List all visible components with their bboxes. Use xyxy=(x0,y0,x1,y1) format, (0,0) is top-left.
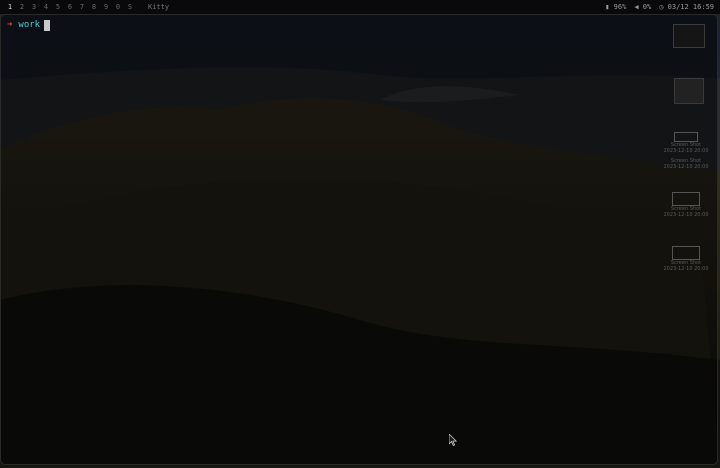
top-status-bar: 1 2 3 4 5 6 7 8 9 0 S Kitty ▮ 96% ◀ 0% ◷… xyxy=(0,0,720,14)
terminal-window[interactable]: ➜ work xyxy=(0,14,718,465)
file-thumbnail xyxy=(672,192,700,206)
mouse-pointer-icon xyxy=(449,434,457,446)
file-date: 2023-12-10 20:00 xyxy=(663,212,709,218)
prompt-arrow-icon: ➜ xyxy=(7,20,13,30)
file-date: 2023-12-10 20:00 xyxy=(663,164,709,170)
workspace-9[interactable]: 9 xyxy=(100,3,112,11)
file-date: 2023-12-10 20:00 xyxy=(663,266,709,272)
volume-status[interactable]: ◀ 0% xyxy=(634,3,651,11)
workspace-1[interactable]: 1 xyxy=(4,3,16,11)
workspace-6[interactable]: 6 xyxy=(64,3,76,11)
workspace-scratch[interactable]: S xyxy=(124,3,136,11)
workspace-3[interactable]: 3 xyxy=(28,3,40,11)
clock-icon: ◷ xyxy=(659,3,664,11)
file-thumbnail xyxy=(674,132,698,142)
file-thumbnail xyxy=(672,246,700,260)
volume-level: 0% xyxy=(642,3,652,11)
file-date: 2023-12-10 20:00 xyxy=(663,148,709,154)
shell-prompt: ➜ work xyxy=(7,19,51,31)
desktop-file-icon[interactable] xyxy=(672,24,706,48)
file-thumbnail xyxy=(674,78,704,104)
status-area: ▮ 96% ◀ 0% ◷ 03/12 16:59 xyxy=(605,3,720,11)
desktop-file-icon[interactable]: Screen Shot 2023-12-10 20:00 xyxy=(656,132,716,154)
battery-level: 96% xyxy=(613,3,627,11)
workspace-4[interactable]: 4 xyxy=(40,3,52,11)
clock-datetime: 03/12 16:59 xyxy=(667,3,714,11)
desktop-file-icon[interactable] xyxy=(672,78,706,104)
desktop-file-icon[interactable]: Screen Shot 2023-12-10 20:00 xyxy=(656,158,716,170)
workspace-2[interactable]: 2 xyxy=(16,3,28,11)
desktop-file-icon[interactable]: Screen Shot 2023-12-10 20:00 xyxy=(656,246,716,272)
terminal-cursor xyxy=(44,19,51,31)
desktop-file-icon[interactable]: Screen Shot 2023-12-10 20:00 xyxy=(656,192,716,218)
file-thumbnail xyxy=(673,24,705,48)
workspace-10[interactable]: 0 xyxy=(112,3,124,11)
workspace-switcher: 1 2 3 4 5 6 7 8 9 0 S Kitty xyxy=(0,3,169,11)
workspace-5[interactable]: 5 xyxy=(52,3,64,11)
battery-status[interactable]: ▮ 96% xyxy=(605,3,626,11)
battery-icon: ▮ xyxy=(605,3,610,11)
workspace-8[interactable]: 8 xyxy=(88,3,100,11)
workspace-7[interactable]: 7 xyxy=(76,3,88,11)
focused-window-title: Kitty xyxy=(148,3,170,11)
volume-icon: ◀ xyxy=(634,3,639,11)
current-directory: work xyxy=(18,20,41,30)
clock[interactable]: ◷ 03/12 16:59 xyxy=(659,3,714,11)
